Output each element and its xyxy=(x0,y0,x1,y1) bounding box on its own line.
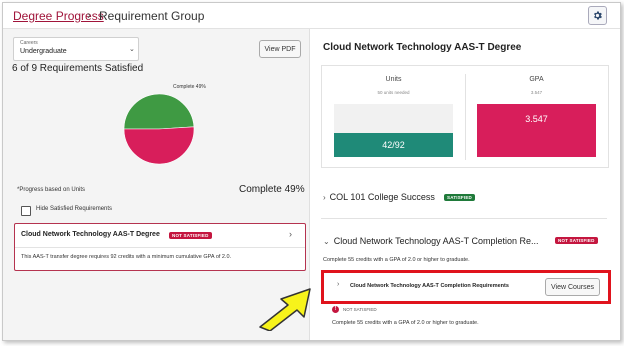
col101-row[interactable]: › COL 101 College Success xyxy=(323,192,435,202)
not-satisfied-badge: NOT SATISFIED xyxy=(169,232,212,239)
view-pdf-button[interactable]: View PDF xyxy=(259,40,301,58)
requirements-summary: 6 of 9 Requirements Satisfied xyxy=(12,63,144,74)
career-select[interactable]: Careers Undergraduate ⌄ xyxy=(13,37,139,61)
progress-pie-chart xyxy=(123,93,195,165)
chevron-right-icon: › xyxy=(323,193,326,202)
progress-note: *Progress based on Units xyxy=(17,187,86,193)
col101-title: COL 101 College Success xyxy=(329,192,435,202)
breadcrumb-separator: › xyxy=(87,8,91,22)
pie-slice-complete xyxy=(123,93,195,130)
settings-button[interactable] xyxy=(588,6,607,25)
divider xyxy=(465,74,466,160)
requirement-title: Cloud Network Technology AAS-T Completio… xyxy=(350,283,509,289)
units-progress-fill: 42/92 xyxy=(334,132,453,157)
hide-satisfied-label[interactable]: Hide Satisfied Requirements xyxy=(36,206,112,212)
gear-icon xyxy=(594,11,602,20)
chevron-down-icon: ⌄ xyxy=(129,46,135,53)
degree-card-title: Cloud Network Technology AAS-T Degree xyxy=(21,231,160,238)
view-courses-button[interactable]: View Courses xyxy=(545,278,600,296)
completion-title: Cloud Network Technology AAS-T Completio… xyxy=(333,236,539,246)
hide-satisfied-checkbox[interactable] xyxy=(21,206,31,216)
breadcrumb-current: Requirement Group xyxy=(99,9,205,23)
completion-requirements-item[interactable]: › Cloud Network Technology AAS-T Complet… xyxy=(321,270,611,304)
satisfied-badge: SATISFIED xyxy=(444,194,475,201)
degree-title: Cloud Network Technology AAS-T Degree xyxy=(323,42,522,53)
career-select-value: Undergraduate xyxy=(20,48,67,55)
gpa-value: 3.547 xyxy=(525,114,548,124)
header-bar: Degree Progress › Requirement Group xyxy=(3,3,620,29)
gpa-header: GPA xyxy=(529,76,544,83)
units-header: Units xyxy=(385,76,402,83)
divider xyxy=(15,247,305,248)
app-window: Degree Progress › Requirement Group Care… xyxy=(2,2,621,341)
units-needed: 50 units needed xyxy=(377,90,410,95)
chevron-right-icon: › xyxy=(289,229,292,239)
career-select-label: Careers xyxy=(20,40,38,46)
gpa-box: 3.547 xyxy=(477,104,596,157)
not-satisfied-badge: NOT SATISFIED xyxy=(555,237,598,244)
requirement-description: Complete 55 credits with a GPA of 2.0 or… xyxy=(332,320,479,326)
pie-slice-remaining xyxy=(123,126,195,165)
requirement-status: NOT SATISFIED xyxy=(343,307,377,312)
units-progress-bar: 42/92 xyxy=(334,104,453,157)
arrow-icon xyxy=(259,288,311,331)
gpa-sub: 3.547 xyxy=(530,90,543,95)
degree-card-description: This AAS-T transfer degree requires 92 c… xyxy=(21,254,232,260)
completion-description: Complete 55 credits with a GPA of 2.0 or… xyxy=(323,257,470,263)
complete-percent: Complete 49% xyxy=(239,184,305,195)
divider xyxy=(321,218,607,219)
exclamation-icon: ! xyxy=(332,306,339,313)
chevron-right-icon: › xyxy=(337,281,340,288)
pie-complete-label: Complete 49% xyxy=(173,84,206,90)
stats-card: Units 50 units needed 42/92 GPA 3.547 3.… xyxy=(321,65,609,168)
right-panel: Cloud Network Technology AAS-T Degree Un… xyxy=(310,29,620,340)
degree-card[interactable]: Cloud Network Technology AAS-T Degree NO… xyxy=(14,223,306,271)
completion-row[interactable]: ⌄ Cloud Network Technology AAS-T Completi… xyxy=(323,236,538,246)
chevron-down-icon: ⌄ xyxy=(323,237,330,246)
